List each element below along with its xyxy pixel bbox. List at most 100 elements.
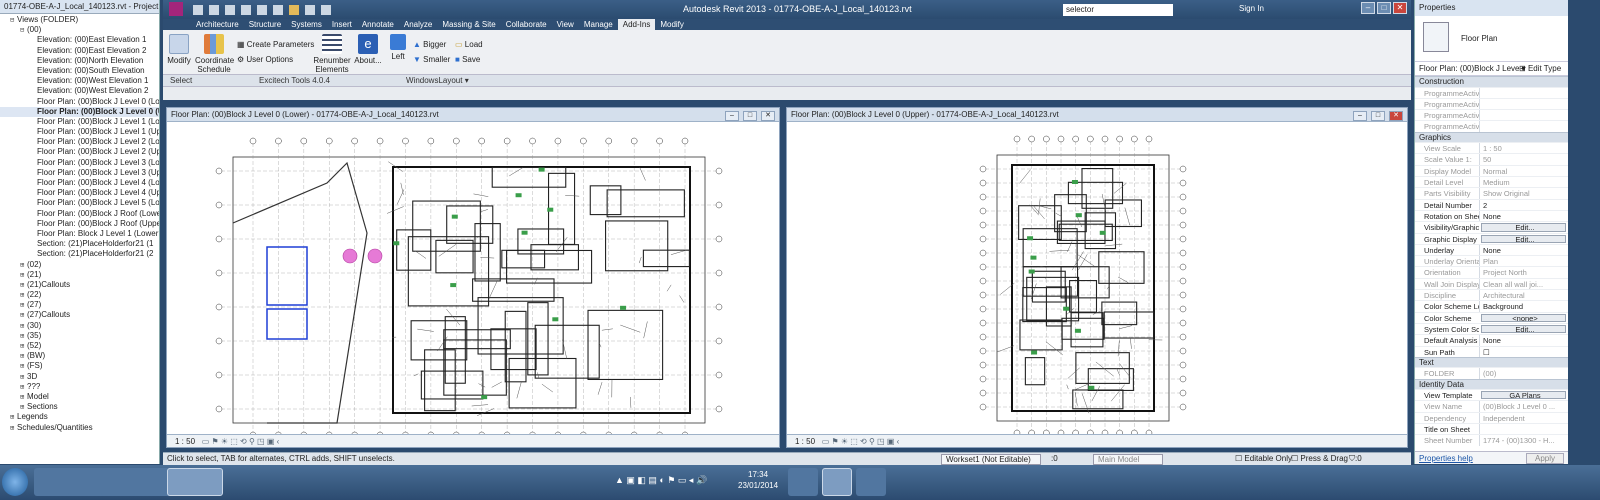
expand-icon[interactable]: ⊞: [20, 290, 27, 300]
editable-only-toggle[interactable]: ☐ Editable Only: [1235, 454, 1292, 463]
left-button[interactable]: Left: [387, 34, 409, 61]
tree-item[interactable]: ⊞ (27): [0, 300, 159, 310]
press-drag-toggle[interactable]: ☐ Press & Drag: [1291, 454, 1348, 463]
quick-access-toolbar[interactable]: [167, 0, 347, 20]
tree-item[interactable]: ⊞ Legends: [0, 412, 159, 422]
tab-insert[interactable]: Insert: [327, 19, 357, 30]
tree-item[interactable]: ⊞ (27)Callouts: [0, 310, 159, 320]
properties-help-link[interactable]: Properties help: [1419, 454, 1473, 463]
view-minimize-button[interactable]: –: [725, 111, 739, 121]
view-scale[interactable]: 1 : 50: [175, 437, 195, 446]
save-button[interactable]: ■ Save: [455, 55, 480, 64]
tree-item[interactable]: Floor Plan: (00)Block J Level 2 (Up: [0, 147, 159, 157]
property-group-header[interactable]: Graphics: [1415, 131, 1568, 143]
property-value[interactable]: None: [1479, 335, 1568, 346]
tree-item[interactable]: Section: (21)PlaceHolderfor21 (2: [0, 249, 159, 259]
tree-item[interactable]: ⊞ (02): [0, 260, 159, 270]
view-close-button[interactable]: ✕: [1389, 111, 1403, 121]
tree-item[interactable]: Floor Plan: (00)Block J Roof (Uppe: [0, 219, 159, 229]
edit-type-button[interactable]: ⊞ Edit Type: [1519, 64, 1561, 73]
firefox-taskbar-button[interactable]: [856, 468, 886, 496]
expand-icon[interactable]: ⊞: [20, 321, 27, 331]
minimize-button[interactable]: –: [1361, 2, 1375, 14]
tree-item[interactable]: ⊞ Schedules/Quantities: [0, 423, 159, 433]
expand-icon[interactable]: ⊞: [20, 260, 27, 270]
tab-add-ins[interactable]: Add-Ins: [617, 19, 656, 30]
tree-item[interactable]: Floor Plan: (00)Block J Level 4 (Up: [0, 188, 159, 198]
tree-item[interactable]: Floor Plan: (00)Block J Level 1 (Up: [0, 127, 159, 137]
tree-item[interactable]: ⊞ (30): [0, 321, 159, 331]
property-edit-button[interactable]: Edit...: [1481, 223, 1566, 232]
tab-analyze[interactable]: Analyze: [399, 19, 437, 30]
view-window-lower[interactable]: Floor Plan: (00)Block J Level 0 (Lower) …: [166, 107, 780, 448]
tree-item[interactable]: ⊟ Views (FOLDER): [0, 15, 159, 25]
property-group-header[interactable]: Construction: [1415, 76, 1568, 87]
expand-icon[interactable]: ⊞: [20, 382, 27, 392]
panel-select[interactable]: Select: [170, 76, 192, 85]
workset-dropdown[interactable]: Workset1 (Not Editable): [941, 454, 1041, 465]
property-edit-button[interactable]: Edit...: [1481, 324, 1566, 334]
folder-taskbar-button[interactable]: [788, 468, 818, 496]
close-button[interactable]: ✕: [1393, 2, 1407, 14]
tree-item[interactable]: Floor Plan: (00)Block J Level 3 (Up: [0, 168, 159, 178]
user-options-button[interactable]: ⚙ User Options: [237, 55, 293, 64]
tree-item[interactable]: Elevation: (00)East Elevation 1: [0, 35, 159, 45]
property-group-header[interactable]: Text: [1415, 356, 1568, 368]
property-value[interactable]: [1479, 424, 1568, 435]
tree-item[interactable]: ⊞ (21)Callouts: [0, 280, 159, 290]
tree-item[interactable]: Elevation: (00)South Elevation: [0, 66, 159, 76]
revit-taskbar-button-2[interactable]: [822, 468, 852, 496]
property-group-header[interactable]: Identity Data: [1415, 378, 1568, 390]
view-maximize-button[interactable]: □: [743, 111, 757, 121]
property-edit-button[interactable]: GA Plans: [1481, 391, 1566, 400]
tree-item[interactable]: Floor Plan: (00)Block J Level 1 (Lo: [0, 117, 159, 127]
tree-item[interactable]: Floor Plan: (00)Block J Roof (Lowe: [0, 209, 159, 219]
expand-icon[interactable]: ⊞: [20, 270, 27, 280]
expand-icon[interactable]: ⊞: [10, 423, 17, 433]
about-button[interactable]: e About...: [353, 34, 383, 65]
tree-item[interactable]: ⊞ (BW): [0, 351, 159, 361]
property-value[interactable]: None: [1479, 244, 1568, 256]
create-parameters-button[interactable]: ▦ Create Parameters: [237, 40, 314, 49]
tree-item[interactable]: ⊞ (22): [0, 290, 159, 300]
tree-item[interactable]: Floor Plan: (00)Block J Level 0 (Lo: [0, 97, 159, 107]
tree-item[interactable]: ⊞ Model: [0, 392, 159, 402]
tree-item[interactable]: Floor Plan: (00)Block J Level 4 (Lo: [0, 178, 159, 188]
property-value[interactable]: None: [1479, 210, 1568, 222]
expand-icon[interactable]: ⊞: [20, 280, 27, 290]
tree-item[interactable]: Elevation: (00)West Elevation 2: [0, 86, 159, 96]
view-close-button[interactable]: ✕: [761, 111, 775, 121]
tree-item[interactable]: ⊞???: [0, 382, 159, 392]
tree-item[interactable]: ⊞ (52): [0, 341, 159, 351]
expand-icon[interactable]: ⊞: [20, 372, 27, 382]
renumber-elements-button[interactable]: Renumber Elements: [313, 34, 351, 74]
design-option-dropdown[interactable]: Main Model: [1093, 454, 1163, 465]
tree-item[interactable]: Elevation: (00)East Elevation 2: [0, 46, 159, 56]
modify-button[interactable]: Modify: [167, 34, 191, 65]
view-scale[interactable]: 1 : 50: [795, 437, 815, 446]
search-input[interactable]: selector: [1063, 4, 1173, 16]
collapse-icon[interactable]: ⊟: [20, 25, 27, 35]
tab-architecture[interactable]: Architecture: [191, 19, 244, 30]
coordinate-schedule-button[interactable]: Coordinate Schedule: [195, 34, 234, 74]
tree-item[interactable]: Section: (21)PlaceHolderfor21 (1: [0, 239, 159, 249]
tree-item[interactable]: ⊞ Sections: [0, 402, 159, 412]
view-maximize-button[interactable]: □: [1371, 111, 1385, 121]
tab-modify[interactable]: Modify: [655, 19, 689, 30]
property-value[interactable]: Background: [1479, 301, 1568, 312]
tree-item[interactable]: Floor Plan: (00)Block J Level 0 (U: [0, 106, 159, 117]
bigger-button[interactable]: ▲ Bigger: [413, 40, 446, 49]
tree-item[interactable]: ⊞ (FS): [0, 361, 159, 371]
tree-item[interactable]: Elevation: (00)West Elevation 1: [0, 76, 159, 86]
property-value[interactable]: ☐: [1479, 346, 1568, 357]
expand-icon[interactable]: ⊞: [20, 310, 27, 320]
expand-icon[interactable]: ⊞: [20, 331, 27, 341]
tree-item[interactable]: ⊞ (35): [0, 331, 159, 341]
tree-item[interactable]: Floor Plan: Block J Level 1 (Lower: [0, 229, 159, 239]
tab-annotate[interactable]: Annotate: [357, 19, 399, 30]
start-button[interactable]: [2, 468, 28, 496]
instance-dropdown[interactable]: Floor Plan: (00)Block J Leve ▾: [1419, 64, 1526, 73]
type-selector[interactable]: Floor Plan: [1415, 16, 1568, 62]
floor-plan-drawing[interactable]: [167, 123, 779, 435]
sign-in-link[interactable]: Sign In: [1239, 4, 1264, 13]
